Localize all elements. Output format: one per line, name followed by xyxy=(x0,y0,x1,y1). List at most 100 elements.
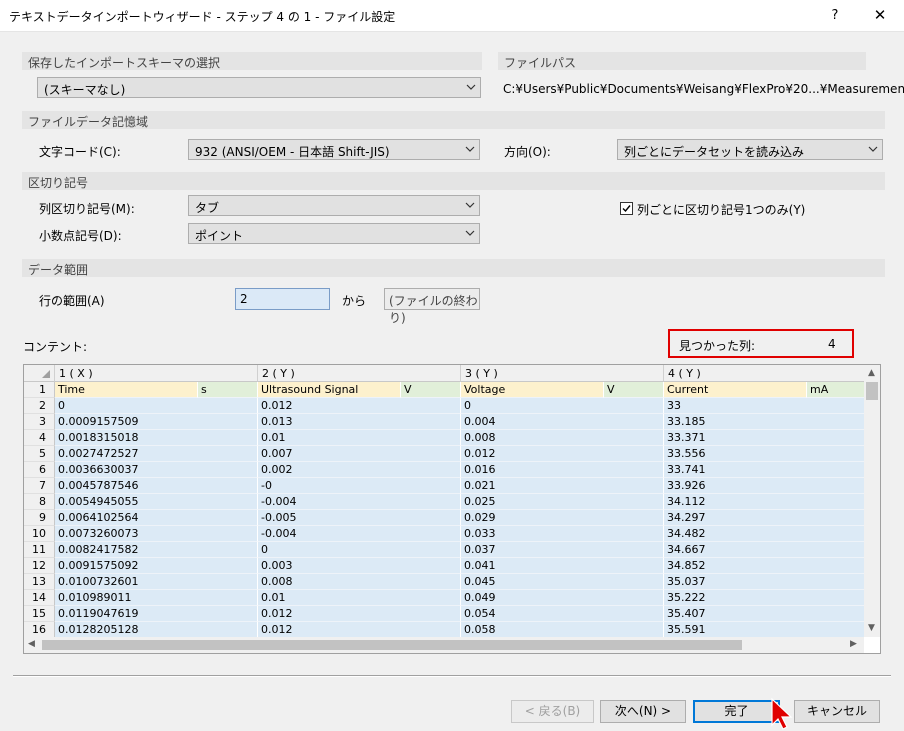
row-header[interactable]: 3 xyxy=(24,414,55,430)
table-cell[interactable]: -0.004 xyxy=(258,494,461,510)
row-header[interactable]: 2 xyxy=(24,398,55,414)
next-button[interactable]: 次へ(N) > xyxy=(600,700,686,723)
table-cell[interactable]: 33 xyxy=(664,398,864,414)
vertical-scroll-thumb[interactable] xyxy=(866,382,878,400)
row-from-input[interactable]: 2 xyxy=(235,288,330,310)
single-delimiter-checkbox[interactable] xyxy=(620,202,633,215)
table-cell[interactable]: 0.045 xyxy=(461,574,664,590)
table-cell[interactable]: 0.037 xyxy=(461,542,664,558)
table-cell[interactable]: 33.926 xyxy=(664,478,864,494)
table-cell[interactable]: 0.0054945055 xyxy=(55,494,258,510)
table-cell[interactable]: 35.407 xyxy=(664,606,864,622)
column-header[interactable]: 4 ( Y ) xyxy=(664,365,864,382)
vertical-scrollbar[interactable]: ▲ ▼ xyxy=(864,365,880,637)
table-cell[interactable]: 0.033 xyxy=(461,526,664,542)
table-cell[interactable]: 0.012 xyxy=(258,398,461,414)
table-cell[interactable]: -0.005 xyxy=(258,510,461,526)
table-cell[interactable]: 0.041 xyxy=(461,558,664,574)
schema-select[interactable]: (スキーマなし) xyxy=(37,77,481,98)
column-header[interactable]: 2 ( Y ) xyxy=(258,365,461,382)
scroll-up-icon[interactable]: ▲ xyxy=(868,368,875,378)
table-cell[interactable]: 0.021 xyxy=(461,478,664,494)
single-delimiter-label[interactable]: 列ごとに区切り記号1つのみ(Y) xyxy=(637,201,805,218)
table-cell[interactable]: 33.185 xyxy=(664,414,864,430)
table-cell[interactable]: 0.049 xyxy=(461,590,664,606)
table-cell[interactable]: 0.007 xyxy=(258,446,461,462)
column-unit-cell[interactable]: V xyxy=(604,382,664,398)
table-cell[interactable]: 0.002 xyxy=(258,462,461,478)
table-cell[interactable]: 0.0128205128 xyxy=(55,622,258,637)
table-cell[interactable]: 0.029 xyxy=(461,510,664,526)
table-cell[interactable]: 0.0119047619 xyxy=(55,606,258,622)
table-cell[interactable]: 0.004 xyxy=(461,414,664,430)
select-all-icon[interactable] xyxy=(41,369,51,379)
table-cell[interactable]: 0.016 xyxy=(461,462,664,478)
row-header[interactable]: 1 xyxy=(24,382,55,398)
table-cell[interactable]: -0 xyxy=(258,478,461,494)
table-cell[interactable]: 0.013 xyxy=(258,414,461,430)
table-cell[interactable]: 34.852 xyxy=(664,558,864,574)
table-cell[interactable]: 0.008 xyxy=(461,430,664,446)
row-header[interactable]: 11 xyxy=(24,542,55,558)
table-cell[interactable]: 0.0100732601 xyxy=(55,574,258,590)
row-header[interactable]: 4 xyxy=(24,430,55,446)
table-cell[interactable]: 0.0045787546 xyxy=(55,478,258,494)
table-cell[interactable]: 0.054 xyxy=(461,606,664,622)
row-header[interactable]: 15 xyxy=(24,606,55,622)
column-delimiter-select[interactable]: タブ xyxy=(188,195,480,216)
table-cell[interactable]: 34.297 xyxy=(664,510,864,526)
row-header[interactable]: 9 xyxy=(24,510,55,526)
horizontal-scroll-thumb[interactable] xyxy=(42,640,742,650)
table-cell[interactable]: 34.112 xyxy=(664,494,864,510)
content-grid[interactable]: 1 ( X ) 2 ( Y ) 3 ( Y ) 4 ( Y ) 1 Time s Ultras… xyxy=(23,364,881,654)
cancel-button[interactable]: キャンセル xyxy=(794,700,880,723)
table-cell[interactable]: 0.025 xyxy=(461,494,664,510)
table-cell[interactable]: 0.012 xyxy=(258,606,461,622)
table-cell[interactable]: 0 xyxy=(55,398,258,414)
row-header[interactable]: 14 xyxy=(24,590,55,606)
table-cell[interactable]: 33.556 xyxy=(664,446,864,462)
table-cell[interactable]: 0.003 xyxy=(258,558,461,574)
back-button[interactable]: < 戻る(B) xyxy=(511,700,594,723)
table-cell[interactable]: 34.667 xyxy=(664,542,864,558)
encoding-select[interactable]: 932 (ANSI/OEM - 日本語 Shift-JIS) xyxy=(188,139,480,160)
scroll-left-icon[interactable]: ◀ xyxy=(28,639,35,649)
column-header[interactable]: 1 ( X ) xyxy=(55,365,258,382)
row-header[interactable]: 7 xyxy=(24,478,55,494)
table-cell[interactable]: 35.591 xyxy=(664,622,864,637)
row-header[interactable]: 13 xyxy=(24,574,55,590)
column-unit-cell[interactable]: s xyxy=(198,382,258,398)
column-name-cell[interactable]: Time xyxy=(55,382,198,398)
table-cell[interactable]: 0.010989011 xyxy=(55,590,258,606)
table-cell[interactable]: 35.222 xyxy=(664,590,864,606)
table-cell[interactable]: 0 xyxy=(461,398,664,414)
row-header[interactable]: 8 xyxy=(24,494,55,510)
column-name-cell[interactable]: Current xyxy=(664,382,807,398)
help-button[interactable]: ? xyxy=(818,0,852,31)
table-cell[interactable]: 0.012 xyxy=(461,446,664,462)
row-header[interactable]: 5 xyxy=(24,446,55,462)
finish-button[interactable]: 完了 xyxy=(693,700,780,723)
table-cell[interactable]: -0.004 xyxy=(258,526,461,542)
row-header[interactable]: 10 xyxy=(24,526,55,542)
table-cell[interactable]: 0.01 xyxy=(258,590,461,606)
table-cell[interactable]: 0.0091575092 xyxy=(55,558,258,574)
table-cell[interactable]: 0.0009157509 xyxy=(55,414,258,430)
row-header[interactable]: 16 xyxy=(24,622,55,637)
table-cell[interactable]: 0.0027472527 xyxy=(55,446,258,462)
column-header[interactable]: 3 ( Y ) xyxy=(461,365,664,382)
table-cell[interactable]: 0.0082417582 xyxy=(55,542,258,558)
close-button[interactable]: ✕ xyxy=(863,0,897,31)
scroll-right-icon[interactable]: ▶ xyxy=(850,639,857,649)
table-cell[interactable]: 0.0064102564 xyxy=(55,510,258,526)
table-cell[interactable]: 0.058 xyxy=(461,622,664,637)
column-name-cell[interactable]: Ultrasound Signal xyxy=(258,382,401,398)
table-cell[interactable]: 33.371 xyxy=(664,430,864,446)
table-cell[interactable]: 0.008 xyxy=(258,574,461,590)
table-cell[interactable]: 33.741 xyxy=(664,462,864,478)
horizontal-scrollbar[interactable]: ◀ ▶ xyxy=(24,637,864,653)
table-cell[interactable]: 0.0018315018 xyxy=(55,430,258,446)
column-name-cell[interactable]: Voltage xyxy=(461,382,604,398)
table-cell[interactable]: 35.037 xyxy=(664,574,864,590)
table-cell[interactable]: 0 xyxy=(258,542,461,558)
